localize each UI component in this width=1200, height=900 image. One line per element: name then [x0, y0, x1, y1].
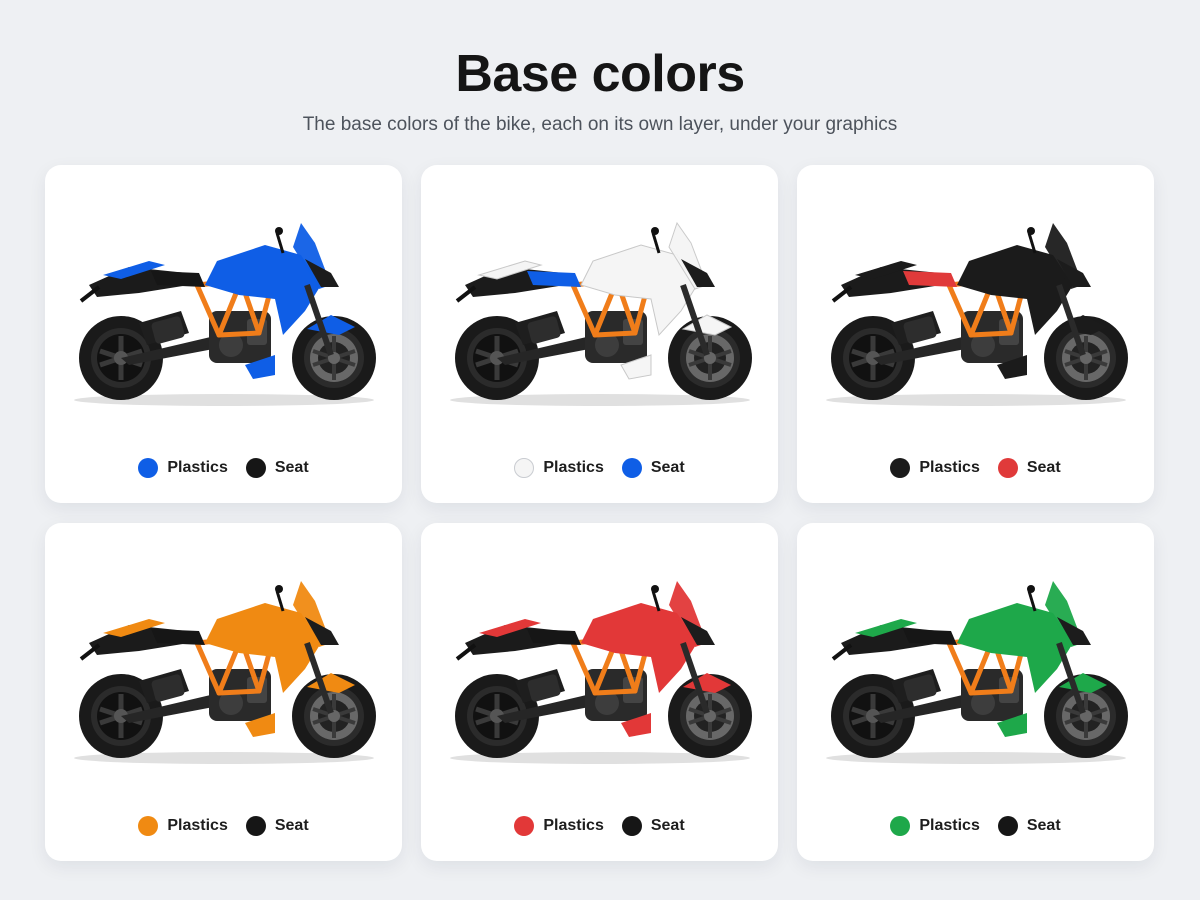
- legend-item-seat: Seat: [245, 816, 309, 836]
- plastics-swatch-icon: [138, 458, 159, 478]
- seat-swatch-icon: [621, 816, 642, 836]
- legend-item-seat: Seat: [245, 458, 309, 478]
- motorcycle-illustration: [821, 573, 1131, 773]
- legend-label: Seat: [274, 459, 309, 476]
- legend-label: Seat: [1026, 817, 1061, 834]
- legend-item-plastics: Plastics: [138, 816, 228, 836]
- plastics-swatch-icon: [890, 458, 911, 478]
- legend-label: Plastics: [543, 459, 604, 476]
- color-legend: Plastics Seat: [797, 458, 1154, 478]
- color-legend: Plastics Seat: [421, 816, 778, 836]
- page-header: Base colors The base colors of the bike,…: [0, 44, 1200, 138]
- plastics-swatch-icon: [890, 816, 911, 836]
- variant-card[interactable]: Plastics Seat: [797, 165, 1154, 503]
- variant-card[interactable]: Plastics Seat: [421, 523, 778, 861]
- plastics-swatch-icon: [138, 816, 159, 836]
- motorcycle-illustration: [69, 573, 379, 773]
- legend-label: Plastics: [167, 817, 228, 834]
- color-legend: Plastics Seat: [797, 816, 1154, 836]
- legend-label: Plastics: [919, 459, 980, 476]
- page-title: Base colors: [455, 45, 745, 103]
- seat-swatch-icon: [997, 816, 1018, 836]
- variant-card[interactable]: Plastics Seat: [421, 165, 778, 503]
- legend-label: Seat: [274, 817, 309, 834]
- legend-item-seat: Seat: [997, 458, 1061, 478]
- seat-swatch-icon: [997, 458, 1018, 478]
- color-legend: Plastics Seat: [45, 458, 402, 478]
- legend-item-seat: Seat: [997, 816, 1061, 836]
- motorcycle-illustration: [821, 215, 1131, 415]
- motorcycle-illustration: [69, 215, 379, 415]
- legend-label: Seat: [650, 459, 685, 476]
- legend-label: Plastics: [167, 459, 228, 476]
- legend-label: Plastics: [543, 817, 604, 834]
- legend-label: Seat: [1026, 459, 1061, 476]
- variant-card[interactable]: Plastics Seat: [45, 523, 402, 861]
- motorcycle-illustration: [445, 573, 755, 773]
- legend-item-plastics: Plastics: [138, 458, 228, 478]
- plastics-swatch-icon: [514, 458, 535, 478]
- variant-card[interactable]: Plastics Seat: [45, 165, 402, 503]
- legend-item-plastics: Plastics: [514, 816, 604, 836]
- color-legend: Plastics Seat: [45, 816, 402, 836]
- variant-card[interactable]: Plastics Seat: [797, 523, 1154, 861]
- plastics-swatch-icon: [514, 816, 535, 836]
- seat-swatch-icon: [621, 458, 642, 478]
- seat-swatch-icon: [245, 816, 266, 836]
- legend-item-plastics: Plastics: [890, 458, 980, 478]
- motorcycle-illustration: [445, 215, 755, 415]
- legend-item-seat: Seat: [621, 816, 685, 836]
- legend-item-plastics: Plastics: [890, 816, 980, 836]
- legend-label: Seat: [650, 817, 685, 834]
- legend-item-plastics: Plastics: [514, 458, 604, 478]
- page-subtitle: The base colors of the bike, each on its…: [302, 114, 898, 135]
- color-variant-grid: Plastics Seat Plastics Seat Plastics Sea…: [45, 165, 1155, 861]
- legend-item-seat: Seat: [621, 458, 685, 478]
- seat-swatch-icon: [245, 458, 266, 478]
- color-legend: Plastics Seat: [421, 458, 778, 478]
- legend-label: Plastics: [919, 817, 980, 834]
